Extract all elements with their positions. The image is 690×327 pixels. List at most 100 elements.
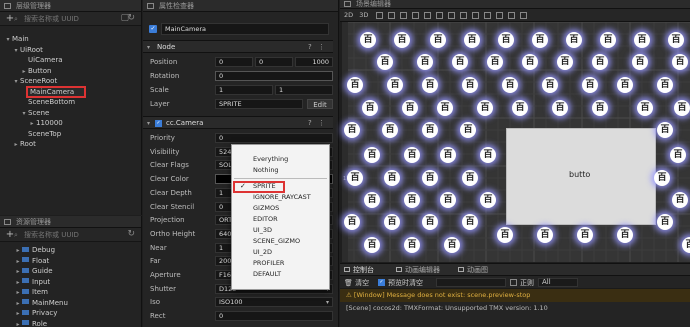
console-messages: ⚠ [Window] Message does not exist: scene… xyxy=(340,289,690,315)
asset-folder[interactable]: ▸ Float xyxy=(0,256,141,267)
tree-node[interactable]: SceneBottom xyxy=(0,97,141,108)
asset-folder[interactable]: ▸ Item xyxy=(0,287,141,298)
console-message[interactable]: [Scene] cocos2d: TMXFormat: Unsupported … xyxy=(340,302,690,315)
regex-checkbox[interactable] xyxy=(510,279,517,286)
refresh-icon[interactable]: ↻ xyxy=(127,13,135,23)
dropdown-option[interactable]: IGNORE_RAYCAST xyxy=(232,192,329,203)
refresh-icon[interactable]: ↻ xyxy=(127,229,135,239)
tree-node[interactable]: ▾ Scene xyxy=(0,108,141,119)
tree-node-label: SceneRoot xyxy=(20,77,58,85)
asset-folder-label: MainMenu xyxy=(32,298,68,307)
dropdown-option[interactable]: EDITOR xyxy=(232,214,329,225)
dropdown-option-label: Nothing xyxy=(253,166,279,174)
scale-y-field[interactable]: 1 xyxy=(275,85,333,95)
near-label: Near xyxy=(150,243,167,252)
visibility-label: Visibility xyxy=(150,147,180,156)
search-console-input[interactable] xyxy=(436,278,506,287)
rect-tool-icon[interactable] xyxy=(412,11,420,19)
local-icon[interactable] xyxy=(436,11,444,19)
tree-node[interactable]: UiCamera xyxy=(0,55,141,66)
position-y-field[interactable]: 0 xyxy=(255,57,293,67)
anchor-tool-icon[interactable] xyxy=(424,11,432,19)
dropdown-option[interactable]: UI_3D xyxy=(232,225,329,236)
camera-section-header[interactable]: ▾ ✓ cc.Camera ? ⋮ xyxy=(143,116,333,129)
play-icon[interactable] xyxy=(508,11,516,19)
more-icon[interactable] xyxy=(520,11,528,19)
tree-node[interactable]: ▾ SceneRoot xyxy=(0,76,141,87)
projection-label: Projection xyxy=(150,216,185,225)
rotation-field[interactable]: 0 xyxy=(215,71,333,81)
toggle-2d-button[interactable]: 2D xyxy=(344,11,353,19)
tab-animation-graph[interactable]: 动画图 xyxy=(458,264,488,276)
hierarchy-search-input[interactable] xyxy=(24,14,114,24)
position-x-field[interactable]: 0 xyxy=(215,57,253,67)
priority-field[interactable]: 0 xyxy=(215,133,333,143)
asset-folder[interactable]: ▸ Input xyxy=(0,277,141,288)
dropdown-option[interactable]: PROFILER xyxy=(232,258,329,269)
asset-folder[interactable]: ▸ Privacy xyxy=(0,308,141,319)
far-label: Far xyxy=(150,257,161,266)
tab-animation-label: 动画编辑器 xyxy=(405,266,440,274)
assets-search-input[interactable] xyxy=(24,230,114,240)
dropdown-option[interactable]: SCENE_GIZMO xyxy=(232,236,329,247)
rect-field[interactable]: 0 xyxy=(215,311,333,322)
tree-node[interactable]: ▸ Button xyxy=(0,66,141,77)
asset-folder[interactable]: ▸ MainMenu xyxy=(0,298,141,309)
asset-folder-label: Float xyxy=(32,256,50,265)
tree-node[interactable]: ▸ Root xyxy=(0,139,141,150)
layer-edit-button[interactable]: Edit xyxy=(307,99,333,109)
scale-tool-icon[interactable] xyxy=(400,11,408,19)
expand-arrow-icon[interactable]: ▸ xyxy=(14,320,22,327)
move-tool-icon[interactable] xyxy=(376,11,384,19)
tab-animation-editor[interactable]: 动画编辑器 xyxy=(396,264,440,276)
scene-toolbar: 2D 3D xyxy=(344,11,532,21)
preview-clear-checkbox[interactable]: ✓ xyxy=(378,279,385,286)
tree-node[interactable]: SceneTop xyxy=(0,129,141,140)
rotation-row: Rotation 0 xyxy=(143,70,333,82)
dropdown-option-label: UI_2D xyxy=(253,248,273,256)
clear-console-button[interactable]: 🗑 清空 xyxy=(344,278,369,288)
node-active-checkbox[interactable]: ✓ xyxy=(149,25,157,33)
tree-node[interactable]: ▾ UiRoot xyxy=(0,45,141,56)
log-level-select[interactable]: All xyxy=(538,278,578,287)
tree-node[interactable]: ▾ Main xyxy=(0,34,141,45)
scale-x-field[interactable]: 1 xyxy=(215,85,273,95)
dropdown-option[interactable]: Nothing xyxy=(232,165,329,176)
camera-icon[interactable] xyxy=(460,11,468,19)
iso-select[interactable]: ISO100 xyxy=(215,297,333,308)
grid-icon[interactable] xyxy=(484,11,492,19)
camera-enabled-checkbox[interactable]: ✓ xyxy=(155,120,162,127)
position-z-field[interactable]: 1000 xyxy=(295,57,333,67)
view-icon[interactable] xyxy=(496,11,504,19)
asset-folder[interactable]: ▸ Role xyxy=(0,319,141,327)
rotate-tool-icon[interactable] xyxy=(388,11,396,19)
asset-folder[interactable]: ▸ Guide xyxy=(0,266,141,277)
section-tools-icon[interactable]: ? ⋮ xyxy=(308,41,327,54)
sprite-glyph: 百 xyxy=(487,54,503,70)
console-message[interactable]: ⚠ [Window] Message does not exist: scene… xyxy=(340,289,690,302)
search-icon: ⌕ xyxy=(14,231,18,239)
tree-node-selected[interactable]: MainCamera xyxy=(0,85,141,98)
dropdown-option[interactable]: Everything xyxy=(232,154,329,165)
asset-folder[interactable]: ▸ Debug xyxy=(0,245,141,256)
toggle-3d-button[interactable]: 3D xyxy=(359,11,368,19)
layer-select[interactable]: SPRITE xyxy=(215,99,303,109)
tab-console[interactable]: 控制台 xyxy=(344,264,374,276)
section-tools-icon[interactable]: ? ⋮ xyxy=(308,117,327,130)
snap-icon[interactable] xyxy=(448,11,456,19)
scene-button-preview[interactable]: butto xyxy=(506,128,656,225)
light-icon[interactable] xyxy=(472,11,480,19)
dropdown-option-label: SCENE_GIZMO xyxy=(253,237,301,245)
sprite-glyph: 百 xyxy=(477,100,493,116)
dropdown-option[interactable]: GIZMOS xyxy=(232,203,329,214)
node-name-field[interactable]: MainCamera xyxy=(161,23,329,35)
dropdown-option[interactable]: DEFAULT xyxy=(232,269,329,280)
assets-panel: 资源管理器 + ⌕ ↻ ▸Debug▸Float▸Guide▸Input▸Ite… xyxy=(0,216,142,327)
node-section-header[interactable]: ▾ Node ? ⋮ xyxy=(143,40,333,53)
sprite-glyph: 百 xyxy=(462,170,478,186)
dropdown-option-label: PROFILER xyxy=(253,259,285,267)
sprite-glyph: 百 xyxy=(464,32,480,48)
collapse-arrow-icon[interactable]: ▸ xyxy=(12,140,20,151)
tree-node[interactable]: ▸ 110000 xyxy=(0,118,141,129)
dropdown-option[interactable]: UI_2D xyxy=(232,247,329,258)
